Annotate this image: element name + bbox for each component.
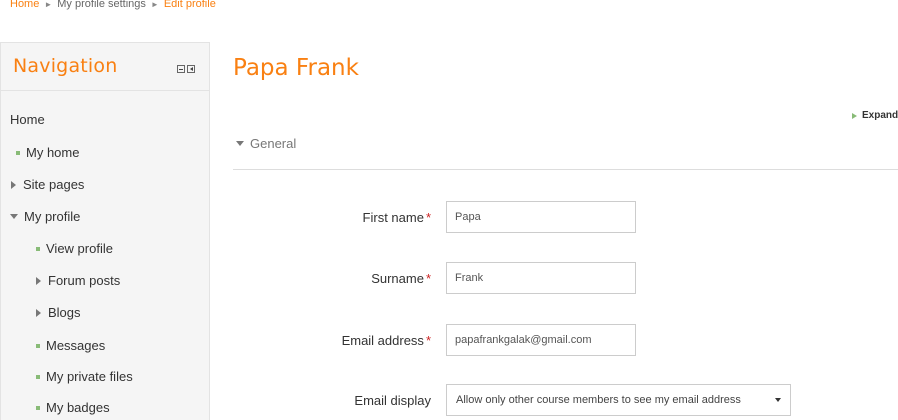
first-name-label: First name * <box>362 210 431 225</box>
nav-item-home[interactable]: Home <box>10 112 45 127</box>
bullet-icon <box>36 343 40 348</box>
navigation-block: Navigation <box>0 42 210 420</box>
surname-input[interactable]: Frank <box>446 262 636 294</box>
page-title: Papa Frank <box>233 55 359 81</box>
required-marker: * <box>425 210 431 225</box>
nav-item-private-files[interactable]: My private files <box>36 369 133 384</box>
email-label: Email address * <box>341 333 431 348</box>
expand-arrow-icon <box>11 180 16 189</box>
nav-item-forum-posts[interactable]: Forum posts <box>36 273 120 288</box>
breadcrumb-separator-icon: ► <box>44 0 53 9</box>
bullet-icon <box>36 405 40 410</box>
dock-block-icon[interactable] <box>187 65 195 73</box>
email-display-select[interactable]: Allow only other course members to see m… <box>446 384 791 416</box>
surname-label: Surname * <box>371 271 431 286</box>
expand-arrow-icon <box>852 112 857 119</box>
expand-all-link[interactable]: Expand <box>852 110 898 121</box>
section-divider <box>233 169 898 170</box>
expand-arrow-icon <box>36 276 41 285</box>
email-display-label: Email display <box>354 393 431 408</box>
nav-item-blogs[interactable]: Blogs <box>36 305 81 320</box>
expand-arrow-icon <box>36 308 41 317</box>
breadcrumb: Home ► My profile settings ► Edit profil… <box>10 0 216 12</box>
nav-item-my-badges[interactable]: My badges <box>36 400 110 415</box>
navigation-title: Navigation <box>13 55 118 77</box>
breadcrumb-separator-icon: ► <box>150 0 159 9</box>
required-marker: * <box>425 271 431 286</box>
bullet-icon <box>36 374 40 379</box>
nav-item-view-profile[interactable]: View profile <box>36 241 113 256</box>
collapse-block-icon[interactable] <box>177 65 185 73</box>
first-name-input[interactable]: Papa <box>446 201 636 233</box>
nav-item-my-profile[interactable]: My profile <box>10 209 80 224</box>
bullet-icon <box>16 150 20 155</box>
required-marker: * <box>425 333 431 348</box>
block-controls <box>177 65 195 73</box>
bullet-icon <box>36 246 40 251</box>
breadcrumb-profile-settings[interactable]: My profile settings <box>57 0 146 10</box>
chevron-down-icon <box>775 398 781 402</box>
nav-item-my-home[interactable]: My home <box>16 145 79 160</box>
nav-item-messages[interactable]: Messages <box>36 338 105 353</box>
email-input[interactable]: papafrankgalak@gmail.com <box>446 324 636 356</box>
breadcrumb-edit-profile[interactable]: Edit profile <box>164 0 216 10</box>
section-toggle-general[interactable]: General <box>236 136 296 151</box>
collapse-arrow-icon <box>10 214 18 219</box>
navigation-header: Navigation <box>1 43 209 91</box>
collapse-arrow-icon <box>236 141 244 146</box>
breadcrumb-home[interactable]: Home <box>10 0 39 10</box>
nav-item-site-pages[interactable]: Site pages <box>11 177 84 192</box>
